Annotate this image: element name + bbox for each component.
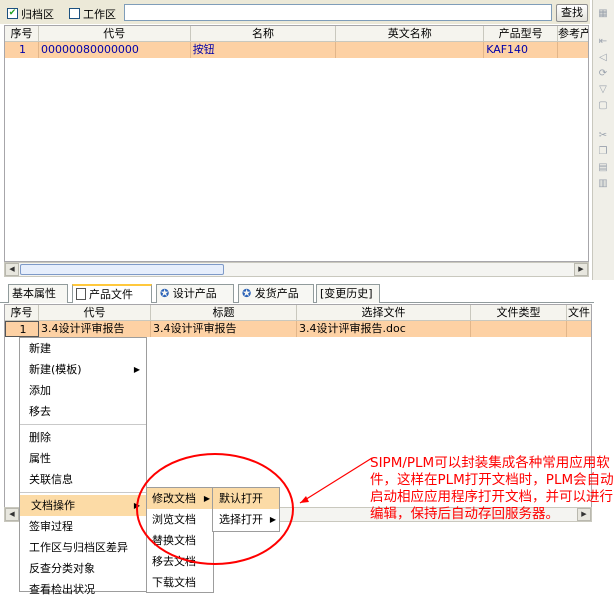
annotation-arrow	[299, 457, 373, 504]
annotation-text: SIPM/PLM可以封装集成各种常用应用软件，这样在PLM打开文档时，PLM会自…	[370, 455, 614, 522]
arrow-head-icon	[300, 496, 309, 503]
highlight-ellipse	[136, 453, 294, 565]
